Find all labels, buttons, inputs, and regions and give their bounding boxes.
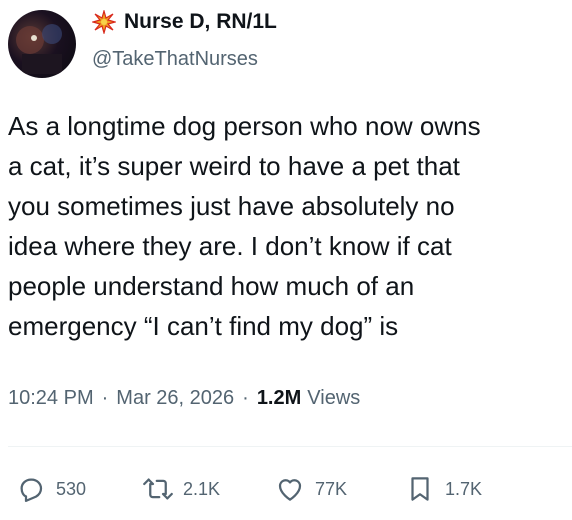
like-button[interactable]: 77K <box>275 474 347 504</box>
meta-separator: · <box>101 387 109 409</box>
tweet-text: As a longtime dog person who now owns a … <box>8 111 481 341</box>
avatar[interactable] <box>8 10 76 78</box>
tweet-time[interactable]: 10:24 PM <box>8 387 94 410</box>
repost-count: 2.1K <box>183 478 221 499</box>
reply-icon <box>20 478 43 502</box>
heart-icon <box>278 479 302 501</box>
like-count: 77K <box>315 478 348 499</box>
reply-button[interactable]: 530 <box>16 474 86 504</box>
bookmark-icon <box>411 477 429 501</box>
bookmark-button[interactable]: 1.7K <box>405 474 482 504</box>
reply-count: 530 <box>56 478 87 499</box>
display-name[interactable]: Nurse D, RN/1L <box>124 10 277 34</box>
bookmark-count: 1.7K <box>445 478 483 499</box>
author-row: Nurse D, RN/1L <box>92 10 277 34</box>
tweet-date[interactable]: Mar 26, 2026 <box>116 387 234 410</box>
meta-separator: · <box>242 387 249 409</box>
action-bar: 530 2.1K 77K 1.7K <box>0 474 572 514</box>
avatar-image <box>16 24 62 74</box>
views-count[interactable]: 1.2M <box>257 387 301 410</box>
views-label[interactable]: Views <box>307 387 360 410</box>
repost-icon <box>143 478 173 500</box>
tweet-meta: 10:24 PM · Mar 26, 2026 · 1.2M Views <box>8 387 360 410</box>
repost-button[interactable]: 2.1K <box>143 474 220 504</box>
divider <box>8 446 572 447</box>
burst-emoji-icon <box>92 10 116 34</box>
user-handle[interactable]: @TakeThatNurses <box>92 48 258 71</box>
